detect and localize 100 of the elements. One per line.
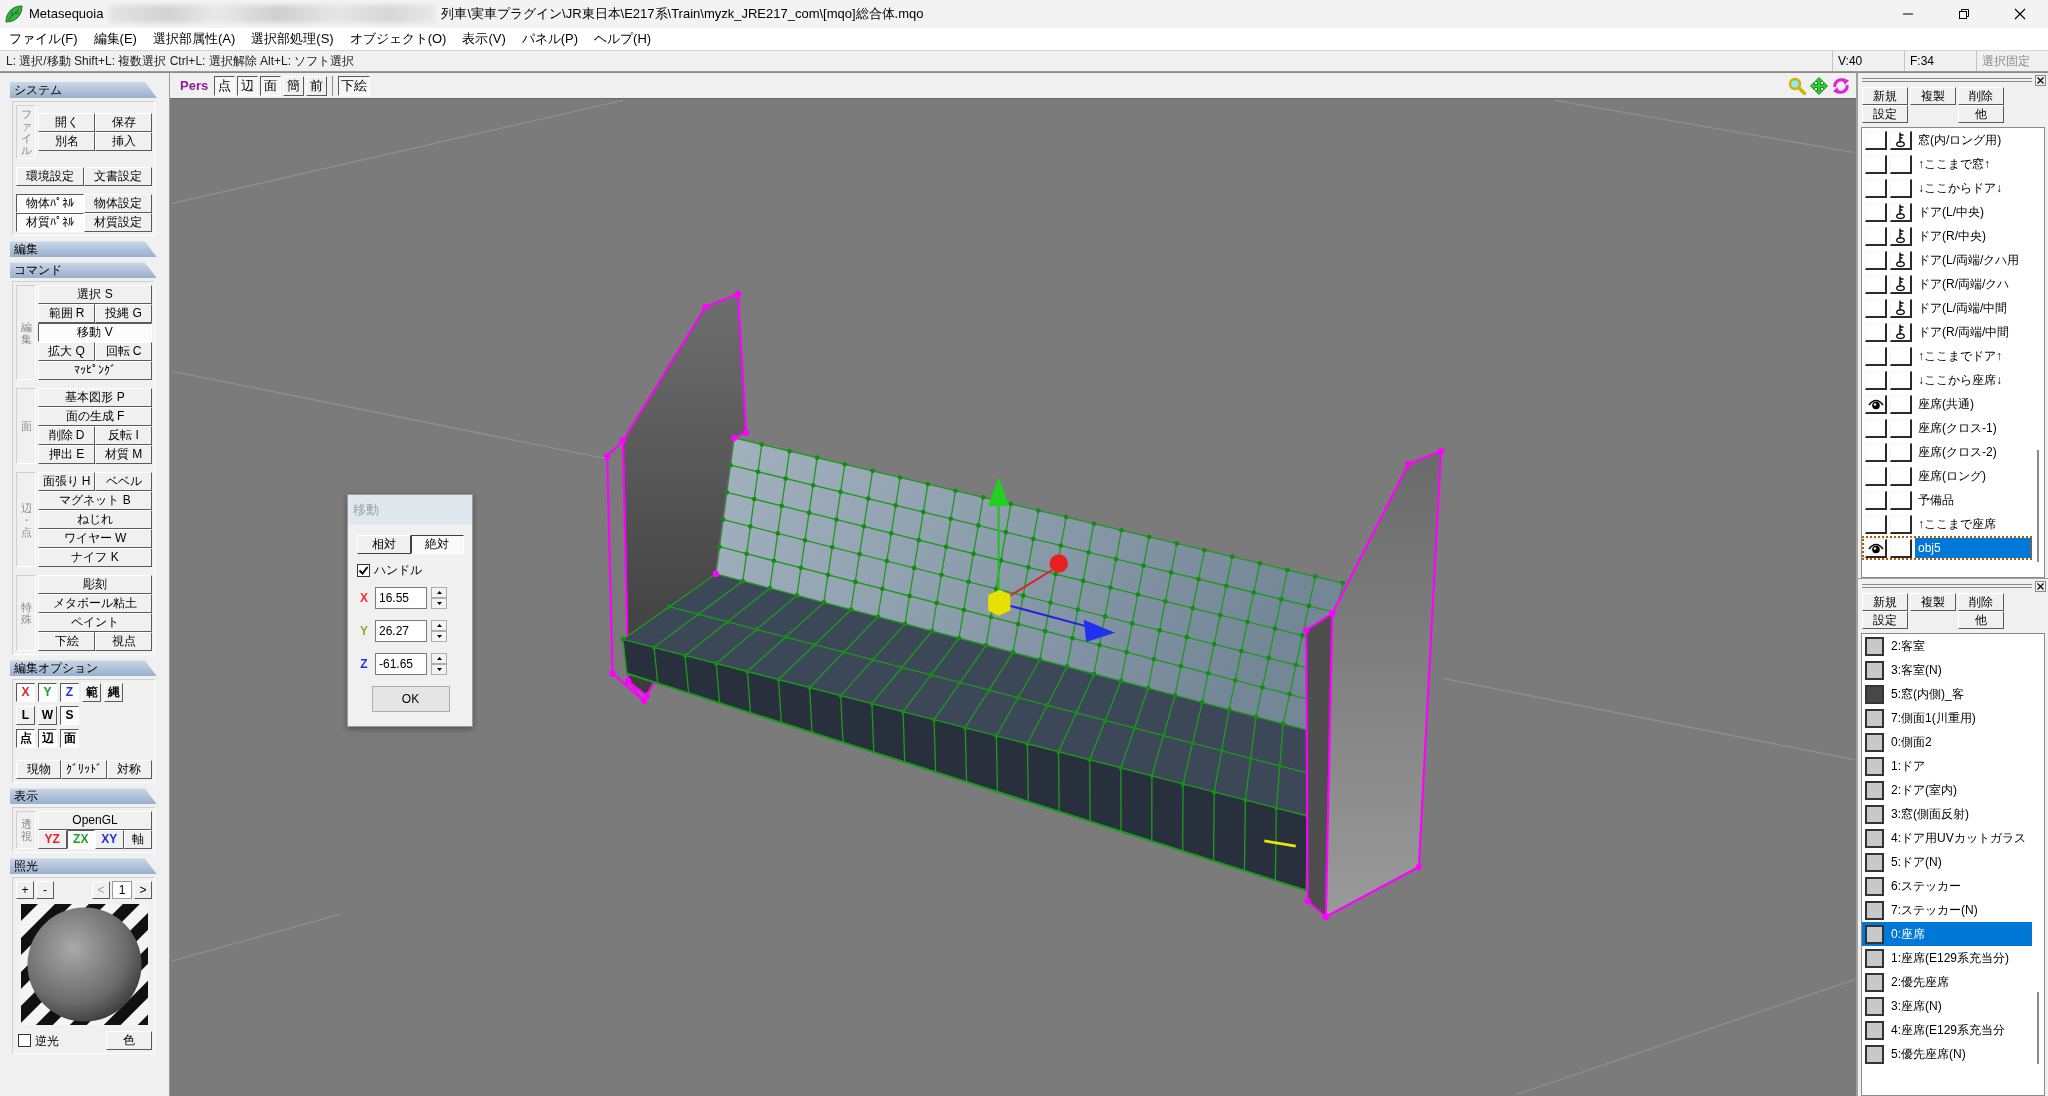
checkbox[interactable] xyxy=(18,1034,31,1048)
move-gizmo[interactable] xyxy=(988,477,1116,642)
tool-button[interactable]: 基本図形 P xyxy=(38,388,152,408)
lock-toggle[interactable] xyxy=(1890,178,1912,198)
light-index-field[interactable]: 1 xyxy=(112,881,132,900)
lock-toggle[interactable] xyxy=(1890,250,1912,270)
visibility-toggle[interactable] xyxy=(1865,370,1887,390)
coordinate-field[interactable]: 26.27 xyxy=(375,620,427,643)
lock-toggle[interactable] xyxy=(1890,346,1912,366)
tool-button[interactable]: 環境設定 xyxy=(16,167,84,187)
lock-toggle[interactable] xyxy=(1890,322,1912,342)
visibility-toggle[interactable] xyxy=(1865,274,1887,294)
view-toggle-button[interactable]: 面 xyxy=(260,75,282,96)
visibility-toggle[interactable] xyxy=(1865,298,1887,318)
lock-toggle[interactable] xyxy=(1890,274,1912,294)
tool-button[interactable]: 下絵 xyxy=(38,632,95,652)
coordinate-field[interactable]: -61.65 xyxy=(375,653,427,676)
tool-button[interactable]: 範囲 R xyxy=(38,304,95,324)
lock-toggle[interactable] xyxy=(1890,154,1912,174)
material-list-item[interactable]: 4:座席(E129系充当分 xyxy=(1862,1018,2032,1042)
material-list-item[interactable]: 7:ステッカー(N) xyxy=(1862,898,2032,922)
lock-toggle[interactable] xyxy=(1890,394,1912,414)
material-list-item[interactable]: 1:ドア xyxy=(1862,754,2032,778)
material-list-item[interactable]: 1:座席(E129系充当分) xyxy=(1862,946,2032,970)
light-button[interactable]: - xyxy=(36,881,54,900)
visibility-toggle[interactable] xyxy=(1865,538,1887,558)
visibility-toggle[interactable] xyxy=(1865,130,1887,150)
tool-button[interactable]: XY xyxy=(95,830,124,850)
tool-button[interactable]: ワイヤー W xyxy=(38,529,152,549)
projection-label[interactable]: Pers xyxy=(180,77,209,94)
object-list-item[interactable]: obj5 xyxy=(1862,536,2032,560)
menu-item[interactable]: 選択部処理(S) xyxy=(243,31,342,47)
material-list-item[interactable]: 4:ドア用UVカットガラス xyxy=(1862,826,2032,850)
3d-viewport[interactable]: 移動 相対 絶対 ハンドル X 16.55 Y 26.27 Z -61.65 OK xyxy=(170,99,1856,1096)
visibility-toggle[interactable] xyxy=(1865,418,1887,438)
object-list-item[interactable]: ドア(R/中央) xyxy=(1862,224,2032,248)
tool-button[interactable]: 点 xyxy=(16,729,35,749)
visibility-toggle[interactable] xyxy=(1865,154,1887,174)
splitter-grip[interactable] xyxy=(1862,78,2032,82)
menu-item[interactable]: パネル(P) xyxy=(513,31,587,47)
panel-button[interactable]: 設定 xyxy=(1862,105,1908,123)
tool-button[interactable]: 削除 D xyxy=(38,426,95,446)
lock-toggle[interactable] xyxy=(1890,226,1912,246)
visibility-toggle[interactable] xyxy=(1865,490,1887,510)
object-list-item[interactable]: 座席(クロス-2) xyxy=(1862,440,2032,464)
object-list-item[interactable]: ドア(R/両端/クハ xyxy=(1862,272,2032,296)
tool-button[interactable]: 視点 xyxy=(95,632,152,652)
tool-button[interactable]: W xyxy=(38,706,57,726)
tool-button[interactable]: 材質 M xyxy=(95,445,152,465)
object-list-item[interactable]: ↓ここから座席↓ xyxy=(1862,368,2032,392)
material-list-item[interactable]: 3:座席(N) xyxy=(1862,994,2032,1018)
tool-button[interactable]: ﾏｯﾋﾟﾝｸﾞ xyxy=(38,361,152,381)
material-list-item[interactable]: 3:窓(側面反射) xyxy=(1862,802,2032,826)
object-list-item[interactable]: 座席(共通) xyxy=(1862,392,2032,416)
tool-button[interactable]: ねじれ xyxy=(38,510,152,530)
ok-button[interactable]: OK xyxy=(371,686,450,713)
tool-button[interactable]: 挿入 xyxy=(95,132,152,152)
object-list-item[interactable]: 座席(ロング) xyxy=(1862,464,2032,488)
coordinate-field[interactable]: 16.55 xyxy=(375,587,427,610)
visibility-toggle[interactable] xyxy=(1865,442,1887,462)
object-list-item[interactable]: ドア(L/中央) xyxy=(1862,200,2032,224)
tool-button[interactable]: 面の生成 F xyxy=(38,407,152,427)
tool-button[interactable]: 移動 V xyxy=(38,323,152,343)
tool-button[interactable]: 保存 xyxy=(95,113,152,133)
material-list-item[interactable]: 2:客室 xyxy=(1862,634,2032,658)
view-toggle-button[interactable]: 前 xyxy=(306,75,328,96)
tool-button[interactable]: マグネット B xyxy=(38,491,152,511)
object-list-item[interactable]: 窓(内/ロング用) xyxy=(1862,128,2032,152)
material-list-item[interactable]: 6:ステッカー xyxy=(1862,874,2032,898)
material-list-item[interactable]: 5:優先座席(N) xyxy=(1862,1042,2032,1066)
tool-button[interactable]: 開く xyxy=(38,113,95,133)
spin-down-button[interactable] xyxy=(431,664,447,676)
lock-toggle[interactable] xyxy=(1890,202,1912,222)
visibility-toggle[interactable] xyxy=(1865,346,1887,366)
tool-button[interactable]: 物体設定 xyxy=(84,194,152,214)
lock-toggle[interactable] xyxy=(1890,130,1912,150)
spin-up-button[interactable] xyxy=(431,587,447,599)
rotate-arrows-icon[interactable] xyxy=(1832,76,1850,95)
tool-button[interactable]: L xyxy=(16,706,35,726)
material-list-item[interactable]: 3:客室(N) xyxy=(1862,658,2032,682)
lock-toggle[interactable] xyxy=(1890,442,1912,462)
visibility-toggle[interactable] xyxy=(1865,466,1887,486)
material-list-item[interactable]: 5:窓(内側)_客 xyxy=(1862,682,2032,706)
lock-toggle[interactable] xyxy=(1890,466,1912,486)
section-header[interactable]: 編集オプション xyxy=(10,660,157,677)
object-list-item[interactable]: ↑ここまで座席 xyxy=(1862,512,2032,536)
visibility-toggle[interactable] xyxy=(1865,250,1887,270)
panel-button[interactable]: 削除 xyxy=(1958,593,2004,611)
view-toggle-button[interactable]: 下絵 xyxy=(338,75,371,96)
visibility-toggle[interactable] xyxy=(1865,322,1887,342)
lock-toggle[interactable] xyxy=(1890,370,1912,390)
panel-button[interactable]: 新規 xyxy=(1862,87,1908,105)
spin-down-button[interactable] xyxy=(431,598,447,610)
scrollbar-thumb[interactable] xyxy=(2037,992,2039,1064)
section-header[interactable]: 照光 xyxy=(10,858,157,875)
section-header[interactable]: 編集 xyxy=(10,241,157,258)
object-list-item[interactable]: 座席(クロス-1) xyxy=(1862,416,2032,440)
tool-button[interactable]: 別名 xyxy=(38,132,95,152)
move-arrows-icon[interactable] xyxy=(1810,76,1828,95)
tool-button[interactable]: ベベル xyxy=(95,472,152,492)
